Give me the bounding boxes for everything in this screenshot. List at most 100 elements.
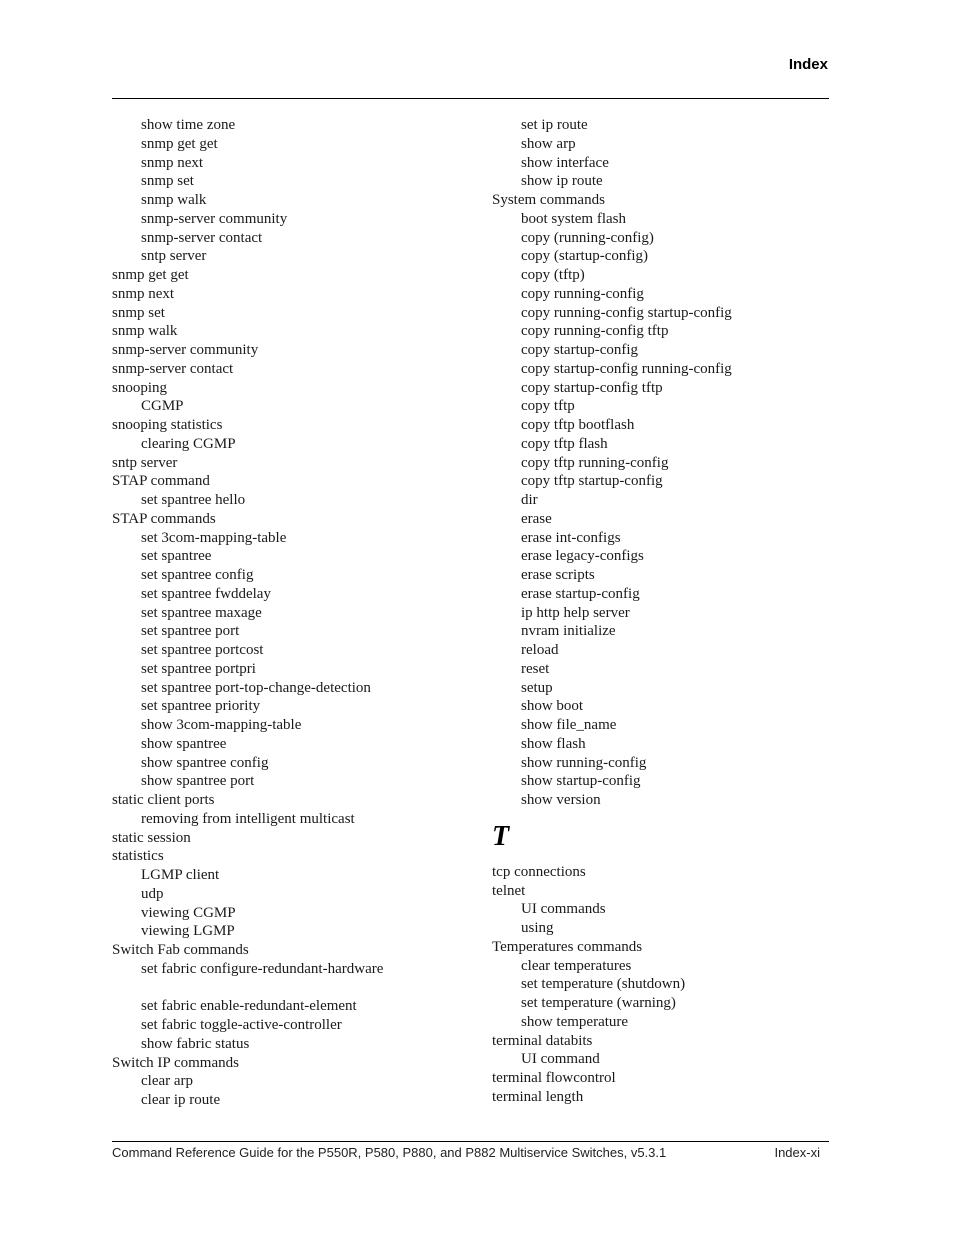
index-subentry: show running-config [521, 754, 647, 771]
index-entry: snmp-server community [112, 342, 259, 358]
index-subentry: copy tftp bootflash [521, 417, 635, 433]
index-subentry: show 3com-mapping-table [141, 717, 302, 733]
index-entry: snooping statistics [112, 417, 223, 433]
index-subentry: boot system flash [521, 210, 626, 227]
index-subentry: clear ip route [141, 1092, 221, 1108]
footer-page-number: Index-xi [774, 1145, 820, 1160]
index-subentry: copy tftp running-config [521, 454, 669, 471]
index-entry: terminal databits [492, 1032, 593, 1049]
index-subentry: copy running-config tftp [521, 323, 669, 340]
index-spacer [112, 979, 472, 998]
index-subentry: reload [521, 642, 559, 658]
index-subentry: set spantree portpri [141, 660, 256, 677]
index-subentry: erase int-configs [521, 529, 621, 546]
index-subentry: set spantree maxage [141, 604, 262, 621]
index-subentry: snmp next [141, 154, 204, 171]
index-subentry: set 3com-mapping-table [141, 529, 287, 546]
index-subentry: set fabric configure-redundant-hardware [141, 960, 384, 977]
footer-document-title: Command Reference Guide for the P550R, P… [112, 1145, 667, 1160]
index-entry: Switch IP commands [112, 1054, 239, 1071]
index-subentry: snmp-server contact [141, 229, 263, 246]
index-subentry: snmp walk [141, 192, 207, 208]
index-subentry: copy running-config [521, 285, 644, 302]
index-subentry: clearing CGMP [141, 435, 236, 452]
header-rule [112, 98, 829, 99]
index-subentry: show ip route [521, 173, 603, 190]
index-subentry: UI commands [521, 901, 606, 918]
index-subentry: show version [521, 792, 601, 808]
index-subentry: copy startup-config running-config [521, 360, 732, 377]
index-subentry: set fabric enable-redundant-element [141, 998, 357, 1015]
index-entry: snmp walk [112, 323, 178, 340]
index-entry: System commands [492, 192, 605, 208]
index-list-right-top: set ip route show arp show interface show i… [492, 116, 852, 810]
index-entry: terminal flowcontrol [492, 1070, 616, 1086]
index-subentry: LGMP client [141, 867, 220, 883]
index-subentry: show fabric status [141, 1035, 250, 1052]
index-entry: snmp get get [112, 267, 189, 283]
page-header-title: Index [788, 56, 828, 73]
index-subentry: snmp-server community [141, 210, 288, 227]
index-entry: snmp-server contact [112, 360, 234, 377]
index-entry: telnet [492, 882, 526, 899]
index-subentry: udp [141, 885, 164, 902]
index-column-left: show time zone snmp get get snmp next snmp … [112, 116, 472, 1110]
index-subentry: copy running-config startup-config [521, 304, 732, 321]
index-entry: snmp next [112, 285, 175, 302]
index-entry: static client ports [112, 792, 215, 808]
index-subentry: snmp set [141, 173, 194, 190]
index-subentry: snmp get get [141, 135, 218, 152]
index-subentry: show boot [521, 698, 584, 715]
index-subentry: copy (startup-config) [521, 248, 649, 265]
index-subentry: erase [521, 510, 552, 527]
index-entry: Temperatures commands [492, 938, 643, 955]
index-subentry: reset [521, 660, 550, 677]
index-subentry: show spantree port [141, 773, 255, 790]
index-subentry: set ip route [521, 117, 588, 133]
index-subentry: UI command [521, 1051, 600, 1068]
index-subentry: show temperature [521, 1013, 629, 1030]
index-subentry: ip http help server [521, 604, 630, 621]
index-subentry: erase startup-config [521, 585, 640, 602]
index-entry: sntp server [112, 454, 178, 471]
index-subentry: show file_name [521, 717, 617, 733]
index-column-right: set ip route show arp show interface show i… [492, 116, 852, 1107]
index-subentry: viewing LGMP [141, 923, 235, 940]
index-subentry: using [521, 920, 554, 936]
index-subentry: set spantree [141, 548, 212, 565]
index-entry: static session [112, 829, 191, 846]
index-subentry: set spantree port-top-change-detection [141, 679, 371, 696]
index-subentry: set fabric toggle-active-controller [141, 1017, 342, 1033]
index-entry: Switch Fab commands [112, 942, 249, 958]
index-subentry: erase legacy-configs [521, 548, 644, 565]
index-subentry: sntp server [141, 248, 207, 265]
index-subentry: removing from intelligent multicast [141, 810, 355, 827]
index-subentry: show startup-config [521, 773, 641, 790]
index-subentry: setup [521, 679, 553, 696]
index-subentry: viewing CGMP [141, 904, 236, 921]
index-subentry: show flash [521, 735, 586, 752]
index-subentry: copy (tftp) [521, 267, 585, 283]
index-subentry: set spantree portcost [141, 642, 264, 658]
index-subentry: CGMP [141, 398, 184, 415]
index-subentry: copy tftp startup-config [521, 473, 663, 490]
index-subentry: set spantree hello [141, 492, 246, 508]
index-entry: STAP command [112, 473, 210, 490]
index-subentry: show spantree [141, 735, 227, 752]
index-subentry: show arp [521, 135, 576, 152]
index-subentry: copy tftp flash [521, 435, 608, 452]
index-entry: terminal length [492, 1088, 584, 1105]
index-subentry: dir [521, 492, 538, 508]
index-entry: tcp connections [492, 863, 586, 880]
index-subentry: set spantree priority [141, 698, 261, 715]
index-entry: statistics [112, 848, 164, 865]
index-entry: snmp set [112, 304, 165, 321]
index-subentry: set temperature (warning) [521, 995, 676, 1011]
index-subentry: show spantree config [141, 754, 269, 771]
section-letter-heading: T [492, 820, 510, 852]
footer-rule [112, 1141, 829, 1142]
index-subentry: show time zone [141, 117, 236, 133]
index-subentry: set spantree port [141, 623, 240, 640]
index-subentry: clear temperatures [521, 957, 632, 974]
index-subentry: set spantree config [141, 567, 254, 583]
